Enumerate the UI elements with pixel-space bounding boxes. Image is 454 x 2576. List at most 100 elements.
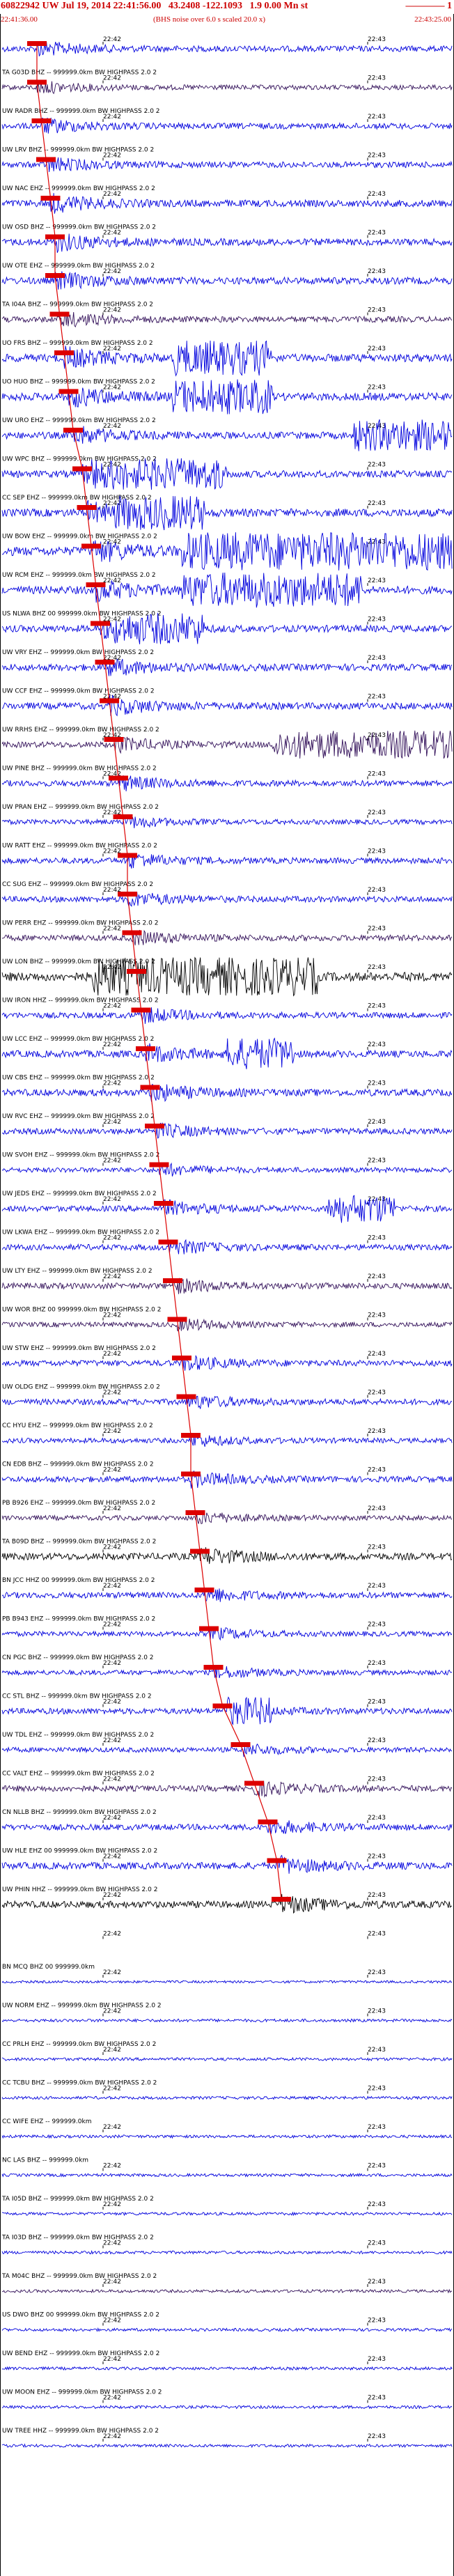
channel-row: BN MCQ BHZ 00 999999.0km 22:42 22:43 [1,1964,453,1984]
channel-label: UW HLE EHZ 00 999999.0km BW HIGHPASS 2.0… [2,1848,157,1855]
channel-row: UW HLE EHZ 00 999999.0km BW HIGHPASS 2.0… [1,1848,453,1874]
channel-label: UW BOW EHZ -- 999999.0km BW HIGHPASS 2.0… [2,534,157,541]
time-tick-label: 22:42 [103,1699,121,1706]
channel-row: UW LCC EHZ -- 999999.0km BW HIGHPASS 2.0… [1,1036,453,1069]
time-tick-label: 22:43 [368,655,386,662]
time-tick-label: 22:43 [368,1119,386,1126]
time-tick-label: 22:42 [103,1428,121,1435]
time-tick-label: 22:43 [368,887,386,894]
channel-row: TA I03D BHZ -- 999999.0km BW HIGHPASS 2.… [1,2235,453,2255]
channel-row: CN EDB BHZ -- 999999.0km BW HIGHPASS 2.0… [1,1461,453,1489]
channel-label: UW LON BHZ -- 999999.0km BW HIGHPASS 2.0… [2,959,155,965]
channel-label: TA I05D BHZ -- 999999.0km BW HIGHPASS 2.… [1,2196,154,2203]
channel-label: UW LKWA EHZ -- 999999.0km BW HIGHPASS 2.… [2,1229,159,1236]
waveform-trace [1,1162,453,1177]
time-tick-label: 22:43 [368,1273,386,1280]
time-tick-label: 22:43 [368,694,386,701]
channel-label: UW NORM EHZ -- 999999.0km BW HIGHPASS 2.… [2,2003,162,2010]
time-tick-label: 22:42 [103,2433,121,2440]
time-tick-label: 22:43 [368,346,386,352]
time-tick-label: 22:42 [103,2047,121,2054]
channel-row: UW CCF EHZ -- 999999.0km BW HIGHPASS 2.0… [1,688,453,717]
time-tick-label: 22:42 [103,1854,121,1861]
time-tick-label: 22:43 [368,1428,386,1435]
channel-row: UW LON BHZ -- 999999.0km BW HIGHPASS 2.0… [1,956,453,997]
time-tick-label: 22:42 [103,539,121,546]
channel-label: UW LRV BHZ -- 999999.0km BW HIGHPASS 2.0… [2,147,154,154]
channel-label: CC VALT EHZ -- 999999.0km BW HIGHPASS 2.… [2,1771,155,1778]
seismogram-page: 60822942 UW Jul 19, 2014 22:41:56.00 43.… [0,0,454,2576]
channel-row: UW LTY EHZ -- 999999.0km BW HIGHPASS 2.0… [1,1268,453,1294]
time-tick-label: 22:43 [368,1815,386,1822]
time-tick-label: 22:43 [368,1505,386,1512]
time-tick-label: 22:43 [368,1583,386,1590]
channel-row: UW RVC EHZ -- 999999.0km BW HIGHPASS 2.0… [1,1113,453,1139]
waveform-trace [1,2134,453,2139]
waveform-trace [1,157,453,172]
time-tick-label: 22:42 [103,2395,121,2402]
waveform-trace [1,1434,453,1448]
channel-row: CC VALT EHZ -- 999999.0km BW HIGHPASS 2.… [1,1771,453,1798]
waveform-trace [1,81,453,95]
channel-row: UW NAC EHZ -- 999999.0km BW HIGHPASS 2.0… [1,185,453,214]
channel-label: UW WOR BHZ 00 999999.0km BW HIGHPASS 2.0… [2,1307,161,1314]
channel-label: UO HUO BHZ -- 999999.0km BW HIGHPASS 2.0… [2,379,155,386]
channel-label: CC TCBU BHZ -- 999999.0km BW HIGHPASS 2.… [2,2080,157,2087]
time-tick-label: 22:42 [103,114,121,121]
time-tick-label: 22:43 [368,2433,386,2440]
waveform-trace [1,2288,453,2294]
channel-row: CC SUG EHZ -- 999999.0km BW HIGHPASS 2.0… [1,881,453,907]
channel-label: CC SEP EHZ -- 999999.0km BW HIGHPASS 2.0… [2,495,152,502]
channel-label: CC WIFE EHZ -- 999999.0km [2,2118,91,2125]
channel-row: PB B926 EHZ -- 999999.0km BW HIGHPASS 2.… [1,1500,453,1525]
channel-row: UW BOW EHZ -- 999999.0km BW HIGHPASS 2.0… [1,532,453,571]
time-tick-label: 22:43 [368,1003,386,1010]
channel-label: US DWO BHZ 00 999999.0km BW HIGHPASS 2.0… [2,2312,159,2319]
channel-row: UW VRY EHZ -- 999999.0km BW HIGHPASS 2.0… [1,649,453,676]
channel-row: UW WPC BHZ -- 999999.0km BW HIGHPASS 2.0… [1,456,453,490]
channel-row: UW OSD BHZ -- 999999.0km BW HIGHPASS 2.0… [1,224,453,253]
time-tick-label: 22:43 [368,1660,386,1667]
time-tick-label: 22:43 [368,1622,386,1629]
time-tick-label: 22:43 [368,1467,386,1474]
waveform-trace [1,1007,453,1024]
time-tick-label: 22:42 [103,2240,121,2247]
waveform-trace [1,1980,453,1984]
channel-label: UW LTY EHZ -- 999999.0km BW HIGHPASS 2.0… [2,1268,152,1275]
channel-label: TA B09D BHZ -- 999999.0km BW HIGHPASS 2.… [1,1539,156,1546]
time-tick-label: 22:43 [368,1969,386,1976]
time-tick-label: 22:43 [368,1235,386,1242]
time-tick-label: 22:42 [103,75,121,82]
channel-row: 22:42 22:43 [102,1931,386,1939]
channel-row: PB B943 EHZ -- 999999.0km BW HIGHPASS 2.… [1,1616,453,1641]
channel-label: UW OTE EHZ -- 999999.0km BW HIGHPASS 2.0… [2,263,155,270]
channel-row: UW MOON EHZ -- 999999.0km BW HIGHPASS 2.… [1,2389,453,2410]
channel-row: UW STW EHZ -- 999999.0km BW HIGHPASS 2.0… [1,1345,453,1371]
time-tick-label: 22:43 [368,1737,386,1744]
channel-label: US NLWA BHZ 00 999999.0km BW HIGHPASS 2.… [2,611,162,618]
channel-row: TA G03D BHZ -- 999999.0km BW HIGHPASS 2.… [1,70,453,95]
time-tick-label: 22:42 [103,1080,121,1087]
time-tick-label: 22:42 [103,2008,121,2015]
channel-row: US DWO BHZ 00 999999.0km BW HIGHPASS 2.0… [1,2312,453,2332]
waveform-trace [1,1780,453,1798]
time-tick-label: 22:42 [103,1003,121,1010]
channel-row: NC LAS BHZ -- 999999.0km 22:42 22:43 [1,2157,453,2178]
channel-label: TA I04A BHZ -- 999999.0km BW HIGHPASS 2.… [1,302,153,309]
waveform-trace [1,2056,453,2062]
channel-row: CC STL BHZ -- 999999.0km BW HIGHPASS 2.0… [1,1693,453,1726]
channel-label: TA M04C BHZ -- 999999.0km BW HIGHPASS 2.… [1,2273,157,2280]
time-tick-label: 22:43 [368,577,386,584]
time-tick-label: 22:43 [368,2201,386,2208]
channel-row: TA B09D BHZ -- 999999.0km BW HIGHPASS 2.… [1,1539,453,1565]
waveform-trace [1,2327,453,2332]
time-tick-label: 22:42 [103,385,121,391]
time-tick-label: 22:42 [103,268,121,275]
channel-row: CC HYU EHZ -- 999999.0km BW HIGHPASS 2.0… [1,1422,453,1448]
channel-label: UW OLDG EHZ -- 999999.0km BW HIGHPASS 2.… [2,1384,160,1391]
waveform-trace [1,2405,453,2410]
channel-row: CN NLLB BHZ -- 999999.0km BW HIGHPASS 2.… [1,1809,453,1834]
time-tick-label: 22:43 [368,75,386,82]
channel-row: UW RCM EHZ -- 999999.0km BW HIGHPASS 2.0… [1,572,453,608]
channel-label: UW RRHS EHZ -- 999999.0km BW HIGHPASS 2.… [2,727,159,734]
